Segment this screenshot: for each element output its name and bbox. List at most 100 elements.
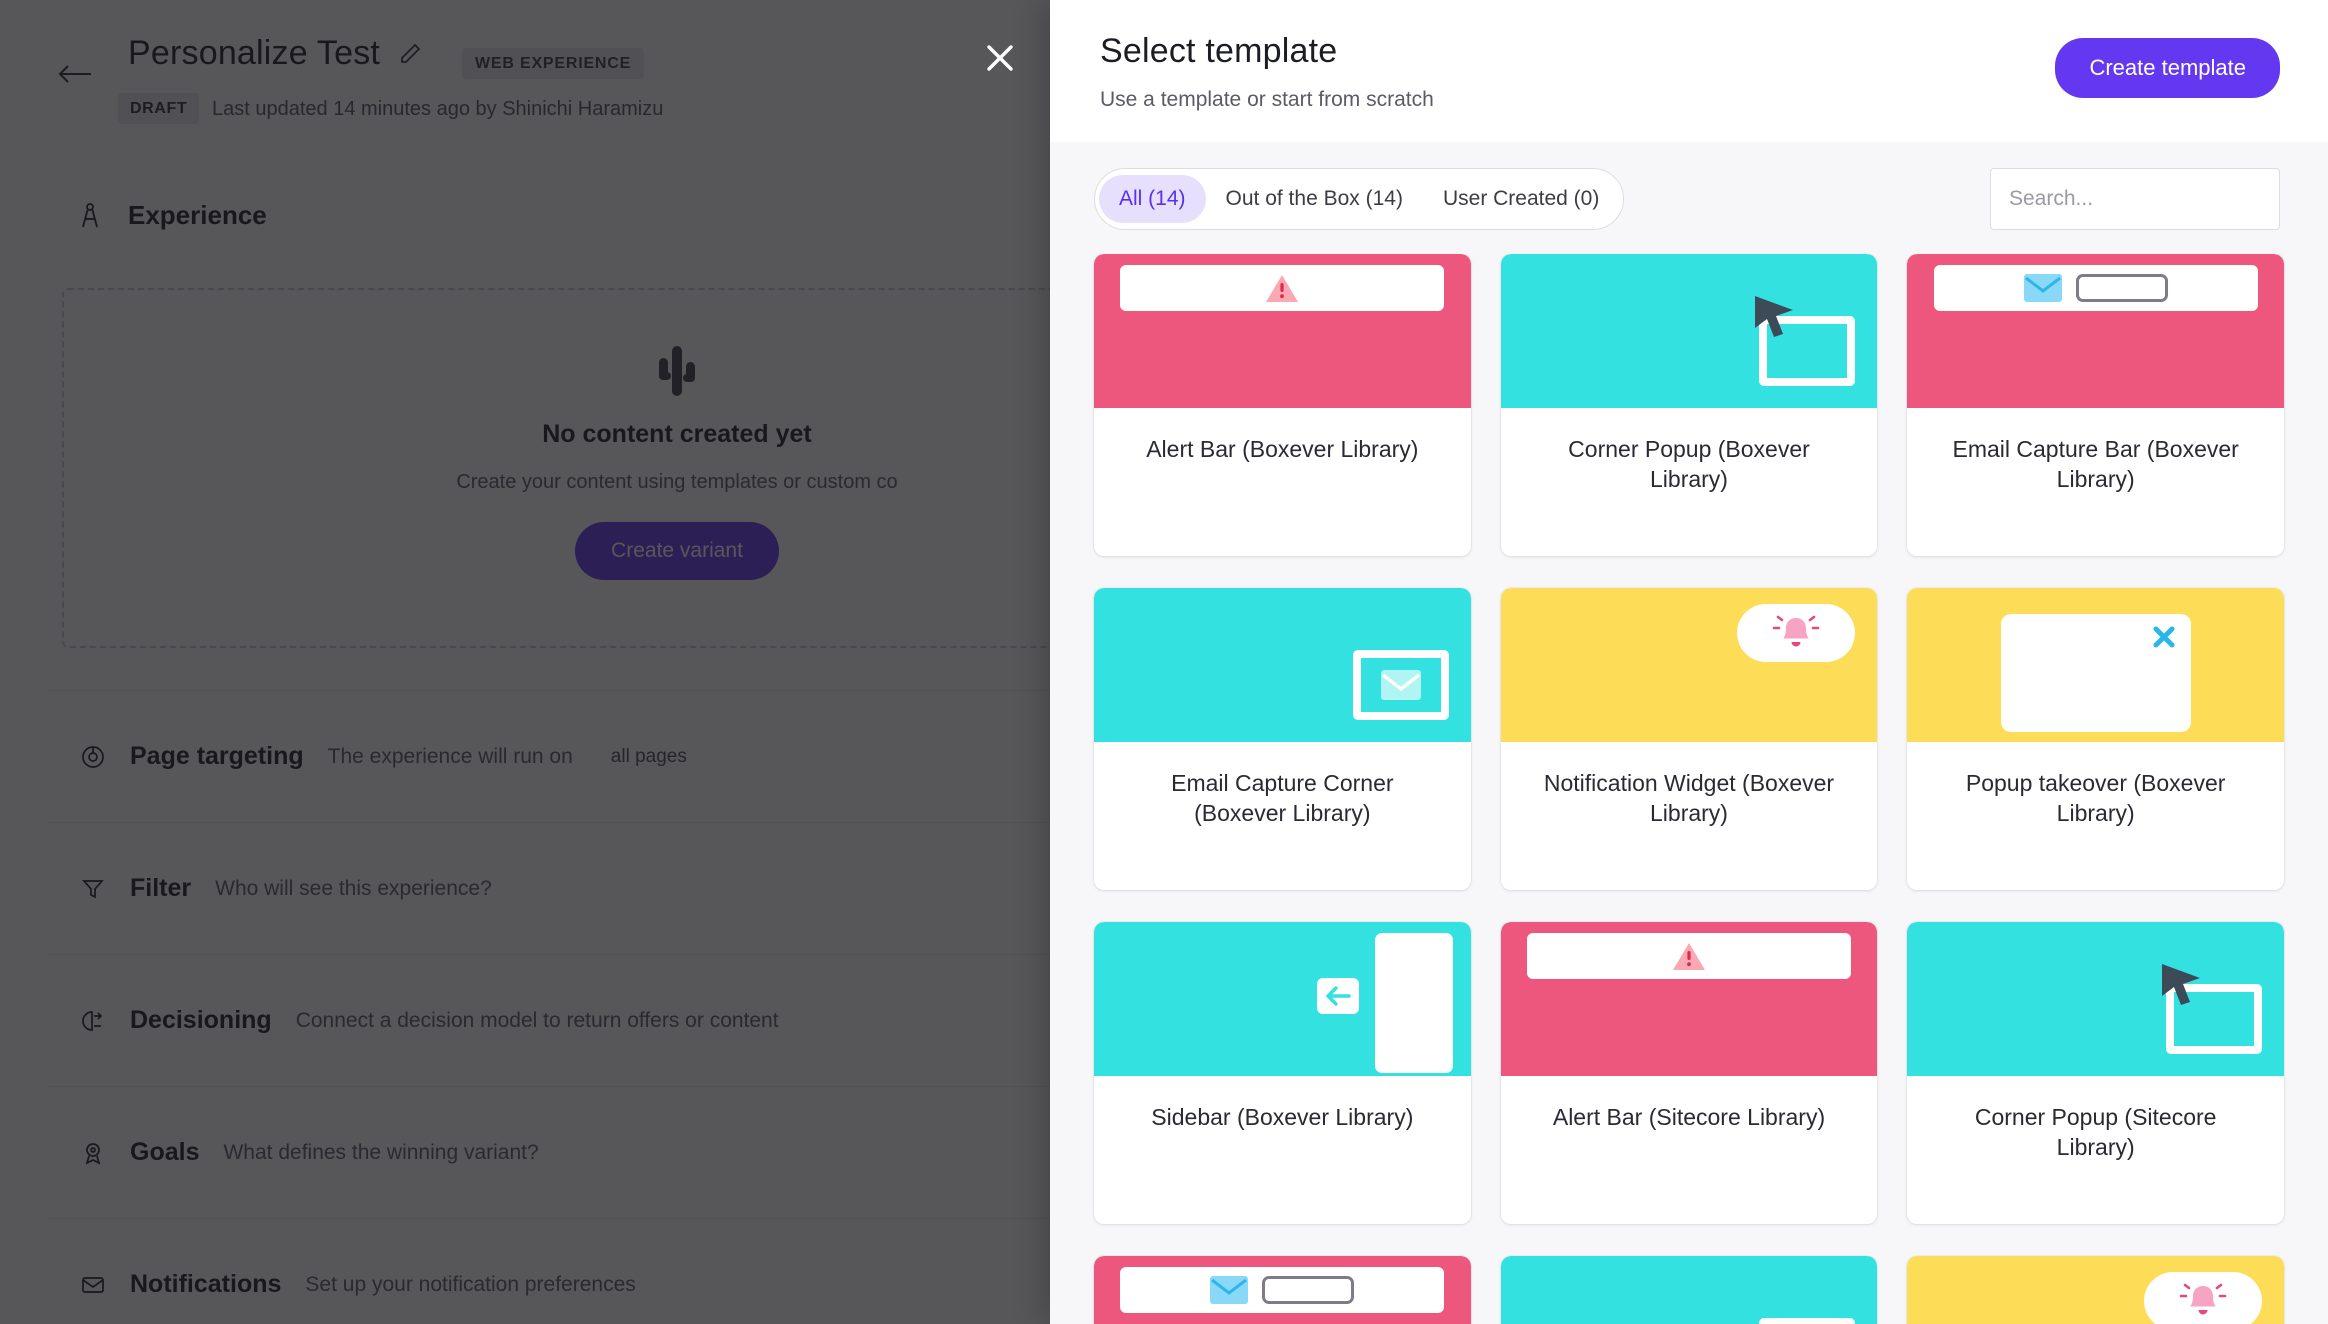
template-card[interactable]: Notification Widget (Boxever Library) (1501, 588, 1878, 890)
experience-type-badge: WEB EXPERIENCE (462, 48, 644, 79)
email-bar-art (1120, 1267, 1444, 1313)
create-template-button[interactable]: Create template (2055, 38, 2280, 98)
list-item-title: Page targeting (130, 742, 304, 771)
cactus-icon (655, 342, 699, 398)
template-card-label: Corner Popup (Sitecore Library) (1907, 1076, 2284, 1224)
alert-bar-art (1527, 933, 1851, 979)
sidebar-panel-art (1375, 933, 1453, 1073)
create-variant-button[interactable]: Create variant (575, 522, 779, 580)
template-thumbnail (1094, 1256, 1471, 1324)
arrow-left-icon (1324, 984, 1352, 1008)
bell-icon (1768, 611, 1824, 655)
page-targeting-icon (80, 744, 106, 770)
back-arrow-icon[interactable] (58, 62, 92, 86)
cursor-arrow-icon (2154, 960, 2208, 1014)
template-card[interactable]: Email Capture Bar (Sitecore Library) (1094, 1256, 1471, 1324)
template-card[interactable]: Sidebar (Boxever Library) (1094, 922, 1471, 1224)
app-topbar: Personalize Test WEB EXPERIENCE DRAFT La… (0, 0, 1050, 138)
notifications-icon (80, 1272, 106, 1298)
template-thumbnail (1907, 1256, 2284, 1324)
email-input-art (2076, 274, 2168, 302)
popup-window-art (1353, 650, 1449, 720)
template-card[interactable]: Email Capture Bar (Boxever Library) (1907, 254, 2284, 556)
list-item-desc: Set up your notification preferences (305, 1273, 635, 1297)
goals-icon (80, 1140, 106, 1166)
drawer-header: Select template Use a template or start … (1050, 0, 2328, 142)
warning-icon (1672, 941, 1706, 971)
edit-pencil-icon[interactable] (398, 42, 422, 66)
template-card-label: Notification Widget (Boxever Library) (1501, 742, 1878, 890)
tab-user-created[interactable]: User Created (0) (1423, 175, 1619, 223)
list-item-title: Notifications (130, 1270, 281, 1299)
list-item-value[interactable]: all pages (611, 746, 687, 768)
template-card[interactable]: Email Capture Corner (Sitecore Library) (1501, 1256, 1878, 1324)
select-template-drawer: Select template Use a template or start … (1050, 0, 2328, 1324)
popup-takeover-art (2001, 614, 2191, 732)
experience-icon (78, 202, 106, 230)
page-title: Personalize Test (128, 34, 380, 73)
alert-bar-art (1120, 265, 1444, 311)
template-thumbnail (1501, 922, 1878, 1076)
template-card[interactable]: Email Capture Corner (Boxever Library) (1094, 588, 1471, 890)
template-card-label: Alert Bar (Sitecore Library) (1501, 1076, 1878, 1224)
search-input[interactable] (1990, 168, 2280, 230)
template-thumbnail (1907, 922, 2284, 1076)
template-card[interactable]: Alert Bar (Boxever Library) (1094, 254, 1471, 556)
empty-state-title: No content created yet (542, 420, 812, 449)
list-item-title: Filter (130, 874, 191, 903)
list-item[interactable]: Page targeting The experience will run o… (48, 690, 1050, 822)
tab-out-of-the-box[interactable]: Out of the Box (14) (1206, 175, 1423, 223)
template-thumbnail (1094, 254, 1471, 408)
popup-window-art (1759, 1318, 1855, 1324)
list-item-desc: What defines the winning variant? (223, 1141, 538, 1165)
template-card-label: Email Capture Corner (Boxever Library) (1094, 742, 1471, 890)
template-card-label: Email Capture Bar (Boxever Library) (1907, 408, 2284, 556)
template-card-label: Sidebar (Boxever Library) (1094, 1076, 1471, 1224)
notification-pill-art (2144, 1272, 2262, 1324)
cursor-arrow-icon (2154, 960, 2208, 1014)
template-card[interactable]: Corner Popup (Boxever Library) (1501, 254, 1878, 556)
template-thumbnail (1501, 1256, 1878, 1324)
experience-settings-list: Page targeting The experience will run o… (48, 690, 1050, 1324)
template-card[interactable]: Corner Popup (Sitecore Library) (1907, 922, 2284, 1224)
tab-all[interactable]: All (14) (1099, 175, 1206, 223)
template-card-label: Popup takeover (Boxever Library) (1907, 742, 2284, 890)
close-icon[interactable] (978, 36, 1022, 80)
cursor-arrow-icon (1747, 292, 1801, 346)
list-item-desc: The experience will run on (328, 745, 573, 769)
template-thumbnail (1907, 254, 2284, 408)
close-icon (2151, 624, 2177, 650)
list-item-title: Goals (130, 1138, 199, 1167)
template-card[interactable]: Popup takeover (Boxever Library) (1907, 588, 2284, 890)
list-item-desc: Connect a decision model to return offer… (296, 1009, 779, 1033)
empty-state-subtitle: Create your content using templates or c… (456, 471, 897, 494)
list-item[interactable]: Goals What defines the winning variant? (48, 1086, 1050, 1218)
template-thumbnail (1094, 922, 1471, 1076)
drawer-body: All (14) Out of the Box (14) User Create… (1050, 142, 2328, 1324)
template-card[interactable]: Notification Widget (Sitecore Library) (1907, 1256, 2284, 1324)
template-card[interactable]: Alert Bar (Sitecore Library) (1501, 922, 1878, 1224)
envelope-icon (1381, 670, 1421, 700)
experience-section-header: Experience (78, 200, 267, 231)
template-thumbnail (1907, 588, 2284, 742)
template-card-label: Alert Bar (Boxever Library) (1094, 408, 1471, 556)
list-item[interactable]: Notifications Set up your notification p… (48, 1218, 1050, 1324)
list-item-title: Decisioning (130, 1006, 272, 1035)
cursor-arrow-icon (1747, 292, 1801, 346)
email-input-art (1262, 1276, 1354, 1304)
template-grid-scroll[interactable]: Alert Bar (Boxever Library)Corner Popup … (1050, 254, 2328, 1324)
close-icon (2151, 624, 2177, 650)
list-item-desc: Who will see this experience? (215, 877, 492, 901)
sidebar-toggle-art (1317, 978, 1359, 1014)
list-item[interactable]: Decisioning Connect a decision model to … (48, 954, 1050, 1086)
email-bar-art (1934, 265, 2258, 311)
bell-icon (2175, 1279, 2231, 1323)
list-item[interactable]: Filter Who will see this experience? (48, 822, 1050, 954)
envelope-icon (1210, 1276, 1248, 1304)
filter-icon (80, 876, 106, 902)
warning-icon (1265, 273, 1299, 303)
template-thumbnail (1094, 588, 1471, 742)
template-filter-tabs: All (14) Out of the Box (14) User Create… (1094, 168, 1624, 230)
last-updated-text: Last updated 14 minutes ago by Shinichi … (212, 98, 663, 121)
template-grid: Alert Bar (Boxever Library)Corner Popup … (1094, 254, 2284, 1324)
